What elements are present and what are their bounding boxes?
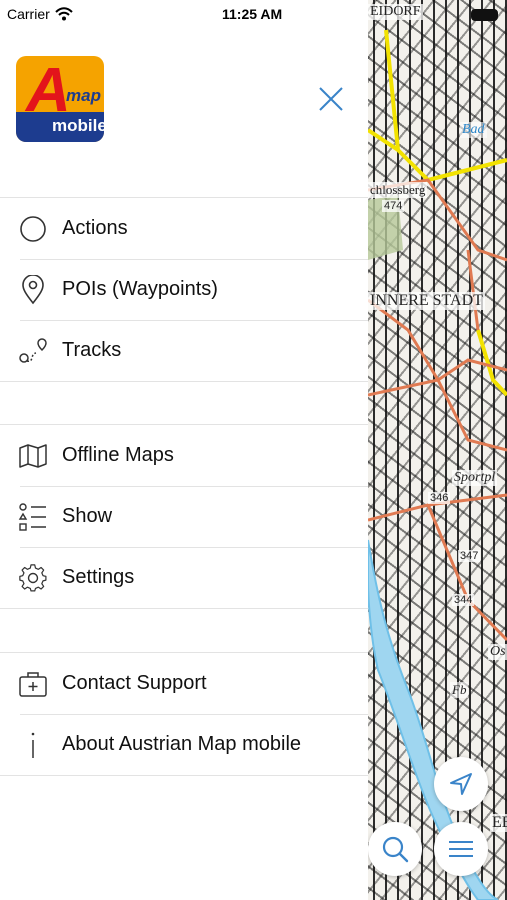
menu-group-main: Actions POIs (Waypoints) Tracks: [0, 197, 368, 382]
menu-item-label: Tracks: [62, 339, 122, 361]
info-icon: [18, 730, 48, 760]
menu-item-show[interactable]: Show: [0, 486, 368, 547]
map-label-bad: Bad: [460, 122, 487, 138]
layers-list-icon: [18, 502, 48, 532]
menu-item-label: Offline Maps: [62, 444, 174, 466]
map-label-sportpl: Sportpl: [452, 470, 498, 486]
menu-item-label: About Austrian Map mobile: [62, 733, 302, 755]
logo-word-mobile: mobile: [52, 116, 104, 135]
circle-icon: [18, 214, 48, 244]
close-drawer-button[interactable]: [312, 80, 350, 118]
status-time: 11:25 AM: [222, 6, 283, 22]
navigation-arrow-icon: [450, 773, 472, 795]
side-drawer: Carrier 11:25 AM A map mobile Actions PO…: [0, 0, 368, 900]
menu-item-offline-maps[interactable]: Offline Maps: [0, 425, 368, 486]
map-label-schlossberg: chlossberg: [368, 182, 428, 198]
menu-item-contact-support[interactable]: Contact Support: [0, 653, 368, 714]
wifi-icon: [55, 7, 73, 21]
map-label-north: EIDORF: [368, 4, 423, 20]
menu-item-label: POIs (Waypoints): [62, 278, 218, 300]
logo-word-map: map: [66, 86, 101, 105]
menu-item-label: Contact Support: [62, 672, 207, 694]
app-logo: A map mobile: [16, 56, 104, 142]
status-bar: Carrier 11:25 AM: [0, 0, 368, 28]
map-label-fb: Fb: [450, 682, 469, 698]
menu-group-map: Offline Maps Show Settings: [0, 424, 368, 609]
carrier-indicator: Carrier: [7, 6, 73, 22]
search-map-button[interactable]: [368, 822, 422, 876]
map-label-os: Os: [488, 644, 507, 660]
menu-item-pois[interactable]: POIs (Waypoints): [0, 259, 368, 320]
map-label-elev-347: 347: [458, 550, 481, 562]
location-pin-icon: [18, 275, 48, 305]
map-label-innere-stadt: INNERE STADT: [368, 292, 485, 310]
close-icon: [319, 87, 343, 111]
map-icon: [18, 441, 48, 471]
menu-item-actions[interactable]: Actions: [0, 198, 368, 259]
menu-item-settings[interactable]: Settings: [0, 547, 368, 608]
map-label-ebe: EBE: [490, 814, 507, 832]
map-label-elev-346: 346: [428, 492, 451, 504]
menu-item-label: Show: [62, 505, 113, 527]
menu-group-info: Contact Support About Austrian Map mobil…: [0, 652, 368, 776]
map-label-elev-474: 474: [382, 200, 405, 212]
search-icon: [382, 836, 409, 863]
carrier-label: Carrier: [7, 6, 50, 22]
gear-icon: [18, 563, 48, 593]
battery-icon: [471, 9, 498, 21]
track-route-icon: [18, 336, 48, 366]
menu-button[interactable]: [434, 822, 488, 876]
first-aid-kit-icon: [18, 669, 48, 699]
menu-item-label: Actions: [62, 217, 128, 239]
map-view[interactable]: EIDORF Bad chlossberg 474 INNERE STADT 3…: [368, 0, 507, 900]
hamburger-menu-icon: [449, 841, 473, 857]
map-label-elev-344: 344: [452, 594, 475, 606]
locate-me-button[interactable]: [434, 757, 488, 811]
logo-letter: A: [26, 56, 71, 125]
menu-item-tracks[interactable]: Tracks: [0, 320, 368, 381]
menu-item-about[interactable]: About Austrian Map mobile: [0, 714, 368, 775]
menu-item-label: Settings: [62, 566, 135, 588]
